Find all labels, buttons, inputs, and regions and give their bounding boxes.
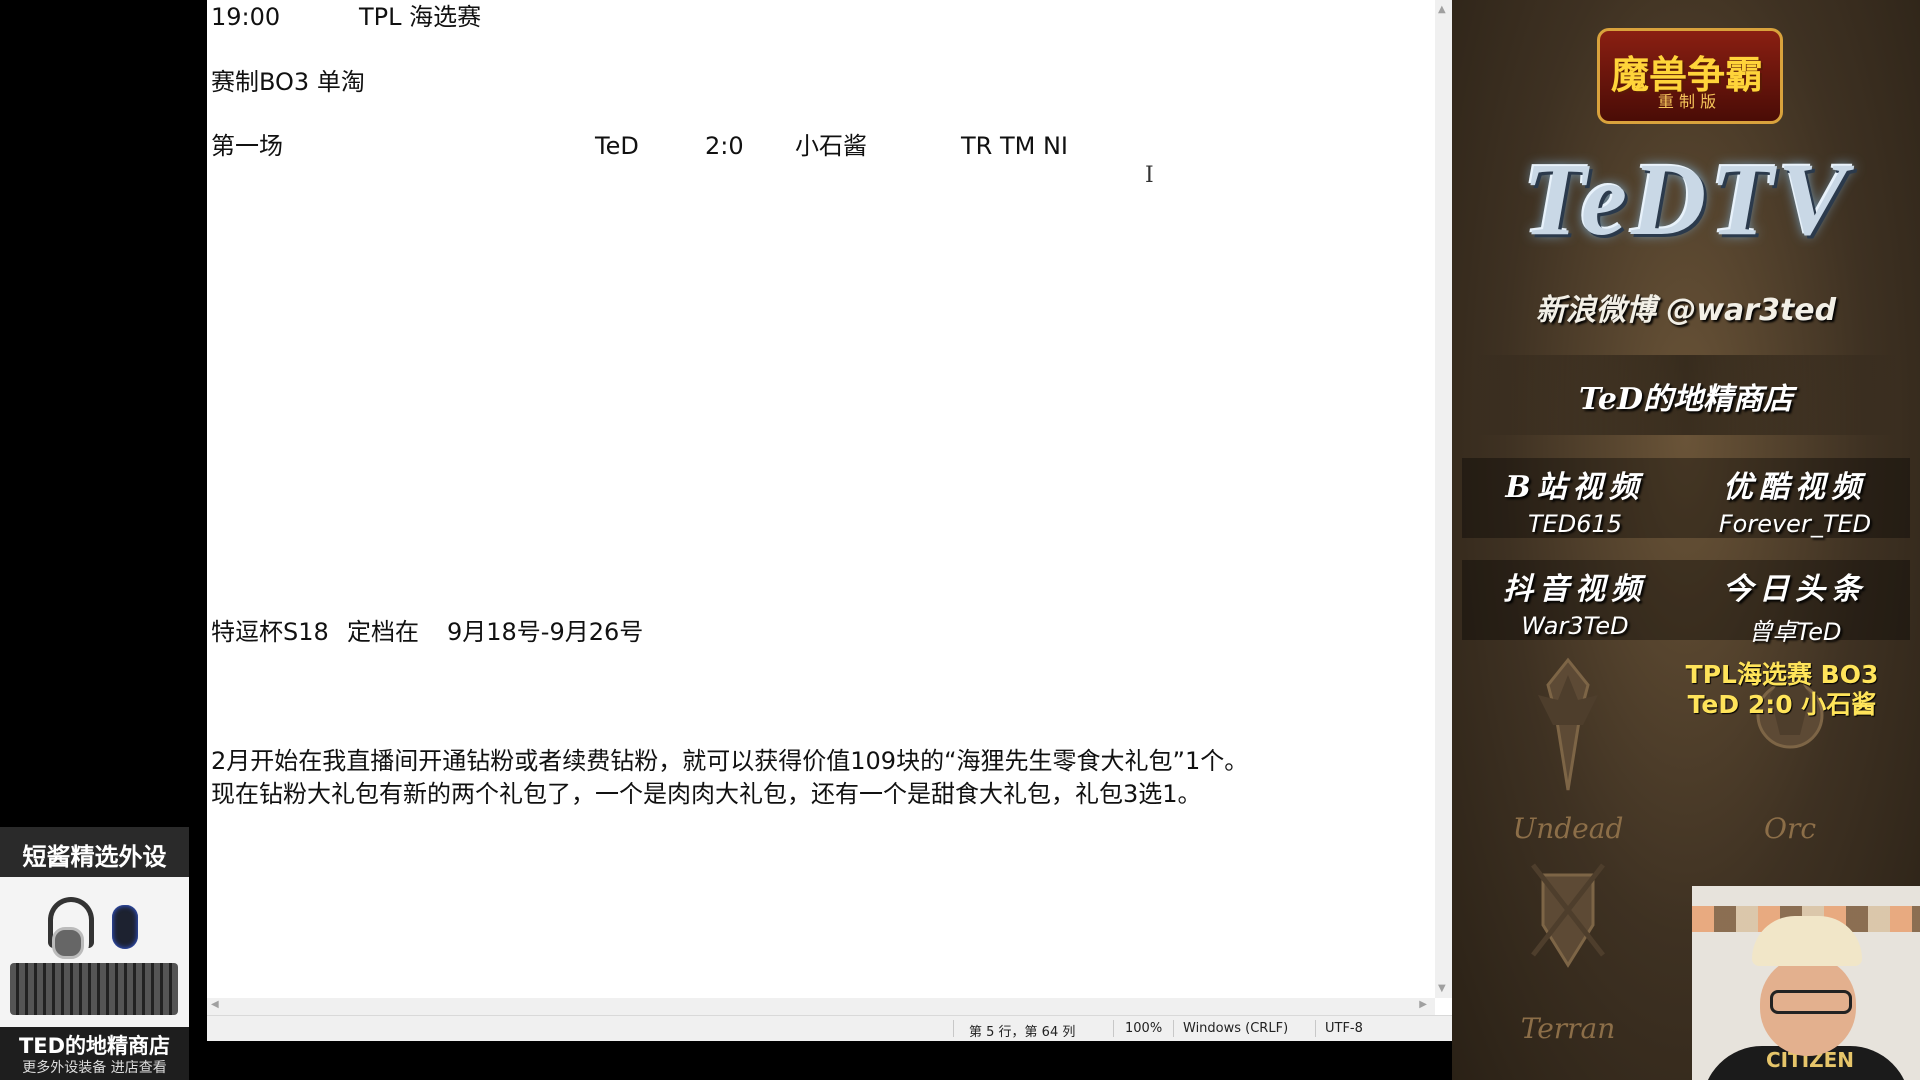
schedule-label: 定档在 bbox=[347, 618, 419, 646]
warcraft-logo: 魔兽争霸 重 制 版 bbox=[1587, 18, 1787, 128]
peripheral-shop-ad: 短酱精选外设 TED的地精商店 更多外设装备 进店查看 bbox=[0, 827, 189, 1080]
video-site-label: 抖音视频 bbox=[1503, 572, 1647, 607]
video-link-bilibili: B站视频 TED615 bbox=[1470, 462, 1680, 538]
webcam-feed: CITIZEN bbox=[1692, 886, 1920, 1080]
video-link-youku: 优酷视频 Forever_TED bbox=[1690, 462, 1900, 538]
cursor-position: 第 5 行，第 64 列 bbox=[969, 1025, 1076, 1040]
video-site-label: 优酷视频 bbox=[1723, 470, 1867, 505]
ad-call-to-action: 更多外设装备 进店查看 bbox=[22, 1060, 167, 1076]
human-emblem-icon bbox=[1531, 863, 1605, 968]
video-account: TED615 bbox=[1527, 510, 1623, 538]
editor-line-5: 2月开始在我直播间开通钻粉或者续费钻粉，就可以获得价值109块的“海狸先生零食大… bbox=[211, 747, 1249, 775]
text-editor[interactable]: 19:00 TPL 海选赛 赛制BO3 单淘 第一场 TeD 2:0 小石酱 T… bbox=[207, 0, 1435, 998]
status-divider bbox=[1315, 1020, 1316, 1037]
player-1: TeD bbox=[595, 132, 639, 160]
vertical-scrollbar[interactable]: ▲ ▼ bbox=[1435, 0, 1452, 998]
notepad-window: 19:00 TPL 海选赛 赛制BO3 单淘 第一场 TeD 2:0 小石酱 T… bbox=[207, 0, 1452, 1041]
logo-subtitle: 重 制 版 bbox=[1657, 92, 1717, 111]
ad-title: 短酱精选外设 bbox=[22, 843, 167, 871]
cup-name: 特逗杯S18 bbox=[211, 618, 329, 646]
time-text: 19:00 bbox=[211, 3, 281, 31]
glasses-icon bbox=[1770, 990, 1852, 1014]
encoding: UTF-8 bbox=[1325, 1021, 1363, 1036]
status-bar: 第 5 行，第 64 列 100% Windows (CRLF) UTF-8 bbox=[207, 1015, 1452, 1041]
video-account: War3TeD bbox=[1521, 612, 1629, 640]
status-divider bbox=[1173, 1020, 1174, 1037]
brand-logo: TeDTV bbox=[1522, 142, 1852, 257]
headset-earcup-icon bbox=[52, 927, 84, 959]
event-title: TPL 海选赛 bbox=[359, 3, 482, 31]
video-site-label: 今日头条 bbox=[1723, 572, 1867, 607]
video-account: 曾卓TeD bbox=[1748, 618, 1842, 646]
scroll-up-icon[interactable]: ▲ bbox=[1438, 4, 1446, 15]
keyboard-icon bbox=[10, 963, 178, 1015]
mouse-icon bbox=[112, 905, 138, 949]
match-label: 第一场 bbox=[211, 132, 283, 160]
match-result-title: TPL海选赛 BO3 bbox=[1685, 660, 1879, 689]
schedule-dates: 9月18号-9月26号 bbox=[447, 618, 644, 646]
match-result-banner: TPL海选赛 BO3 TeD 2:0 小石酱 bbox=[1662, 660, 1902, 720]
match-result-score: TeD 2:0 小石酱 bbox=[1687, 690, 1877, 719]
status-divider bbox=[1113, 1020, 1114, 1037]
race-picks: TR TM NI bbox=[961, 132, 1068, 160]
editor-line-2: 赛制BO3 单淘 bbox=[211, 68, 365, 96]
race-name: Terran bbox=[1520, 1012, 1616, 1045]
shop-title: TeD的地精商店 bbox=[1579, 382, 1793, 417]
race-terran: Terran bbox=[1498, 855, 1638, 1045]
video-site-label: B站视频 bbox=[1505, 470, 1645, 505]
editor-line-6: 现在钻粉大礼包有新的两个礼包了，一个是肉肉大礼包，还有一个是甜食大礼包，礼包3选… bbox=[211, 780, 1202, 808]
match-score: 2:0 bbox=[705, 132, 744, 160]
ad-shop-name: TED的地精商店 bbox=[18, 1034, 171, 1058]
horizontal-scrollbar[interactable]: ◀ ▶ bbox=[207, 998, 1435, 1015]
player-2: 小石酱 bbox=[795, 132, 867, 160]
scroll-right-icon[interactable]: ▶ bbox=[1419, 999, 1427, 1010]
line-ending: Windows (CRLF) bbox=[1183, 1021, 1289, 1036]
zoom-level: 100% bbox=[1125, 1021, 1163, 1036]
undead-emblem-icon bbox=[1538, 657, 1598, 791]
scroll-left-icon[interactable]: ◀ bbox=[211, 999, 219, 1010]
race-name: Orc bbox=[1763, 812, 1817, 845]
video-account: Forever_TED bbox=[1718, 510, 1872, 538]
text-cursor-icon: I bbox=[1145, 163, 1154, 188]
video-link-douyin: 抖音视频 War3TeD bbox=[1470, 564, 1680, 640]
scroll-down-icon[interactable]: ▼ bbox=[1438, 983, 1446, 994]
video-link-toutiao: 今日头条 曾卓TeD bbox=[1690, 564, 1900, 647]
race-name: Undead bbox=[1512, 812, 1624, 845]
weibo-handle: 新浪微博 @war3ted bbox=[1535, 293, 1837, 328]
race-undead: Undead bbox=[1498, 655, 1638, 845]
status-divider bbox=[953, 1020, 954, 1037]
